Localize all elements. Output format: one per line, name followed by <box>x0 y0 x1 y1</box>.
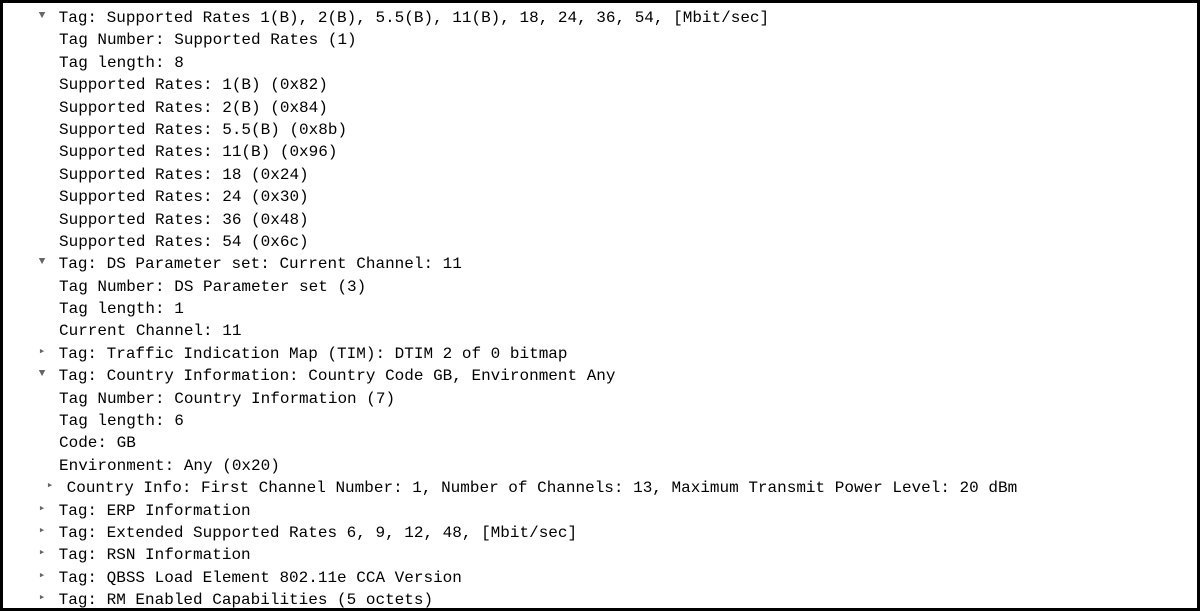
tag-header: Tag: RM Enabled Capabilities (5 octets) <box>59 591 433 609</box>
supported-rate[interactable]: Supported Rates: 2(B) (0x84) <box>59 97 1191 119</box>
tag-header: Tag: QBSS Load Element 802.11e CCA Versi… <box>59 569 462 587</box>
tag-length[interactable]: Tag length: 6 <box>59 410 1191 432</box>
expand-toggle-icon[interactable]: ▼ <box>35 9 49 24</box>
tag-header: Tag: Traffic Indication Map (TIM): DTIM … <box>59 345 568 363</box>
tag-tim[interactable]: ▸ Tag: Traffic Indication Map (TIM): DTI… <box>9 343 1191 365</box>
tag-supported-rates[interactable]: ▼ Tag: Supported Rates 1(B), 2(B), 5.5(B… <box>9 7 1191 29</box>
tag-length[interactable]: Tag length: 1 <box>59 298 1191 320</box>
tag-header: Tag: Extended Supported Rates 6, 9, 12, … <box>59 524 577 542</box>
collapse-toggle-icon[interactable]: ▸ <box>35 502 49 517</box>
collapse-toggle-icon[interactable]: ▸ <box>35 591 49 606</box>
supported-rate[interactable]: Supported Rates: 1(B) (0x82) <box>59 74 1191 96</box>
tag-rsn[interactable]: ▸ Tag: RSN Information <box>9 544 1191 566</box>
tag-header: Tag: ERP Information <box>59 502 251 520</box>
collapse-toggle-icon[interactable]: ▸ <box>35 546 49 561</box>
expand-toggle-icon[interactable]: ▼ <box>35 255 49 270</box>
country-children: Tag Number: Country Information (7) Tag … <box>59 388 1191 478</box>
expand-toggle-icon[interactable]: ▼ <box>35 367 49 382</box>
tag-country-info[interactable]: ▼ Tag: Country Information: Country Code… <box>9 365 1191 387</box>
tag-number[interactable]: Tag Number: Supported Rates (1) <box>59 29 1191 51</box>
supported-rate[interactable]: Supported Rates: 11(B) (0x96) <box>59 141 1191 163</box>
tag-number[interactable]: Tag Number: DS Parameter set (3) <box>59 276 1191 298</box>
tag-rm-capabilities[interactable]: ▸ Tag: RM Enabled Capabilities (5 octets… <box>9 589 1191 611</box>
tag-header: Tag: RSN Information <box>59 546 251 564</box>
supported-rate[interactable]: Supported Rates: 36 (0x48) <box>59 209 1191 231</box>
supported-rate[interactable]: Supported Rates: 5.5(B) (0x8b) <box>59 119 1191 141</box>
collapse-toggle-icon[interactable]: ▸ <box>35 524 49 539</box>
supported-rate[interactable]: Supported Rates: 54 (0x6c) <box>59 231 1191 253</box>
collapse-toggle-icon[interactable]: ▸ <box>43 479 57 494</box>
tag-erp[interactable]: ▸ Tag: ERP Information <box>9 500 1191 522</box>
environment[interactable]: Environment: Any (0x20) <box>59 455 1191 477</box>
supported-rate[interactable]: Supported Rates: 24 (0x30) <box>59 186 1191 208</box>
packet-details-panel: ▼ Tag: Supported Rates 1(B), 2(B), 5.5(B… <box>0 0 1200 611</box>
supported-rates-children: Tag Number: Supported Rates (1) Tag leng… <box>59 29 1191 253</box>
supported-rate[interactable]: Supported Rates: 18 (0x24) <box>59 164 1191 186</box>
tag-qbss[interactable]: ▸ Tag: QBSS Load Element 802.11e CCA Ver… <box>9 567 1191 589</box>
collapse-toggle-icon[interactable]: ▸ <box>35 345 49 360</box>
country-code[interactable]: Code: GB <box>59 432 1191 454</box>
tag-header: Tag: Supported Rates 1(B), 2(B), 5.5(B),… <box>59 9 770 27</box>
tag-extended-rates[interactable]: ▸ Tag: Extended Supported Rates 6, 9, 12… <box>9 522 1191 544</box>
country-info-text: Country Info: First Channel Number: 1, N… <box>67 479 1018 497</box>
collapse-toggle-icon[interactable]: ▸ <box>35 569 49 584</box>
tag-length[interactable]: Tag length: 8 <box>59 52 1191 74</box>
ds-param-children: Tag Number: DS Parameter set (3) Tag len… <box>59 276 1191 343</box>
tag-header: Tag: DS Parameter set: Current Channel: … <box>59 255 462 273</box>
tag-header: Tag: Country Information: Country Code G… <box>59 367 616 385</box>
country-info-subitem[interactable]: ▸ Country Info: First Channel Number: 1,… <box>9 477 1191 499</box>
current-channel[interactable]: Current Channel: 11 <box>59 320 1191 342</box>
tag-ds-parameter[interactable]: ▼ Tag: DS Parameter set: Current Channel… <box>9 253 1191 275</box>
tag-number[interactable]: Tag Number: Country Information (7) <box>59 388 1191 410</box>
